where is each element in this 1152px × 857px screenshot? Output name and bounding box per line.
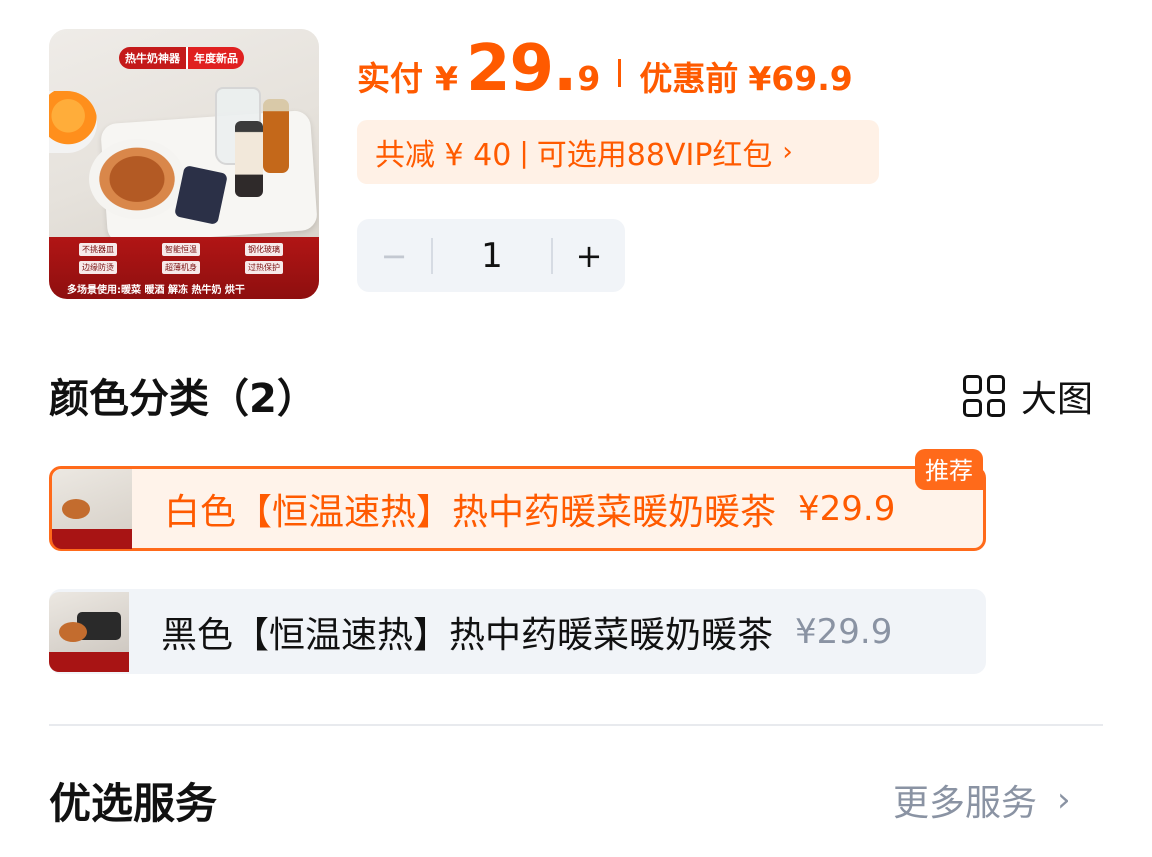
increment-button[interactable]: + — [553, 237, 625, 275]
thumb-tag-label: 热牛奶神器 — [119, 47, 186, 69]
color-section-title: 颜色分类（2） — [49, 376, 317, 422]
price-dot: . — [553, 32, 578, 106]
option-price: ¥29.9 — [798, 488, 896, 529]
thumb-usage-text: 多场景使用:暖菜 暖酒 解冻 热牛奶 烘干 — [67, 285, 245, 296]
option-thumb-footer — [52, 528, 132, 549]
color-option-black[interactable]: 黑色【恒温速热】热中药暖菜暖奶暖茶 ¥29.9 — [49, 589, 986, 674]
thumb-feature: 不挑器皿 — [79, 243, 117, 256]
discount-chip[interactable]: 共减 ¥ 40 | 可选用88VIP红包 › — [357, 120, 879, 184]
recommended-badge: 推荐 — [915, 449, 983, 490]
price-row: 实付 ¥ 29 . 9 优惠前 ¥69.9 — [357, 32, 853, 106]
product-thumbnail[interactable]: 热牛奶神器 年度新品 不挑器皿 智能恒温 钢化玻璃 边缘防烫 超薄机身 过热保护… — [49, 29, 319, 299]
thumb-feature: 过热保护 — [245, 261, 283, 274]
chevron-right-icon: › — [1057, 780, 1071, 820]
color-option-white[interactable]: 白色【恒温速热】热中药暖菜暖奶暖茶 ¥29.9 推荐 — [49, 449, 986, 551]
services-title: 优选服务 — [49, 779, 218, 828]
price-currency: ¥ — [435, 59, 458, 98]
quantity-stepper: − 1 + — [357, 219, 625, 292]
option-price: ¥29.9 — [795, 611, 893, 652]
thumb-feature: 超薄机身 — [162, 261, 200, 274]
chevron-right-icon: › — [782, 137, 793, 167]
quantity-input[interactable]: 1 — [433, 236, 551, 276]
thumb-feature: 钢化玻璃 — [245, 243, 283, 256]
paid-label: 实付 — [357, 59, 423, 98]
thumb-feature: 智能恒温 — [162, 243, 200, 256]
price-integer: 29 — [465, 32, 554, 106]
thumb-tag-new: 年度新品 — [186, 47, 244, 69]
original-price-value: ¥69.9 — [748, 59, 853, 98]
discount-separator: | — [519, 135, 529, 169]
option-thumb-footer — [49, 651, 129, 672]
thumb-milk-bottle — [235, 121, 263, 197]
more-services-label: 更多服务 — [893, 783, 1038, 824]
thumb-food-plate — [89, 139, 185, 219]
original-price-label: 优惠前 — [639, 59, 739, 98]
more-services-link[interactable]: 更多服务 › — [893, 774, 1071, 826]
option-thumbnail — [49, 591, 129, 672]
option-name: 白色【恒温速热】热中药暖菜暖奶暖茶 — [164, 491, 777, 533]
thumb-juice-bottle — [263, 99, 289, 173]
option-thumb-photo — [52, 468, 132, 529]
big-image-toggle[interactable]: 大图 — [963, 370, 1093, 422]
discount-vip-redpacket: 可选用88VIP红包 — [536, 138, 773, 173]
big-image-label: 大图 — [1021, 379, 1094, 420]
section-divider — [49, 724, 1103, 726]
decrement-button[interactable]: − — [357, 237, 431, 275]
price-separator — [618, 59, 622, 87]
option-name: 黑色【恒温速热】热中药暖菜暖奶暖茶 — [161, 614, 774, 656]
thumb-feature: 边缘防烫 — [79, 261, 117, 274]
option-thumb-dish — [62, 498, 90, 519]
grid-icon — [963, 375, 1005, 417]
price-decimal: 9 — [577, 59, 601, 98]
option-thumbnail — [52, 468, 132, 549]
thumb-tag: 热牛奶神器 年度新品 — [119, 47, 244, 69]
discount-saved: 共减 ¥ 40 — [375, 138, 512, 173]
option-thumb-dish — [59, 621, 87, 642]
